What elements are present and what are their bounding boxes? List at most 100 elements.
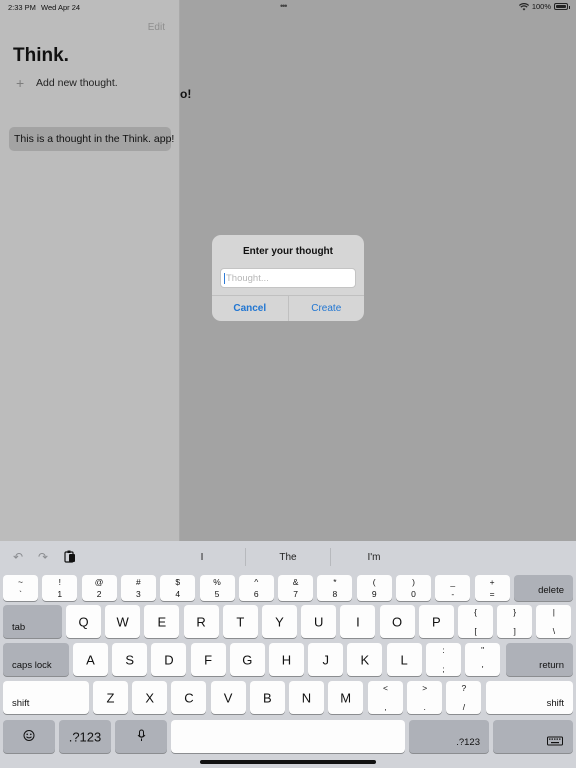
key-n[interactable]: N — [289, 681, 324, 714]
numbers-key-right[interactable]: .?123 — [409, 720, 489, 753]
suggestion-2[interactable]: The — [248, 552, 328, 563]
emoji-key[interactable] — [3, 720, 55, 753]
key-x[interactable]: X — [132, 681, 168, 714]
key-label: shift — [546, 698, 564, 709]
key-d[interactable]: D — [151, 643, 187, 676]
key-c[interactable]: C — [171, 681, 207, 714]
key-i[interactable]: I — [340, 605, 376, 638]
dialog-buttons: Cancel Create — [212, 295, 364, 321]
key-w[interactable]: W — [105, 605, 141, 638]
enter-thought-dialog: Enter your thought Cancel Create — [212, 235, 364, 321]
multitasking-dots-icon[interactable]: ••• — [280, 1, 288, 11]
key-h[interactable]: H — [269, 643, 304, 676]
key-bottom-label: 2 — [96, 589, 102, 599]
page-title: Think. — [13, 45, 69, 66]
list-item[interactable]: This is a thought in the Think. app! — [9, 127, 174, 151]
edit-button[interactable]: Edit — [148, 22, 165, 33]
key-o[interactable]: O — [379, 605, 415, 638]
key-v[interactable]: V — [210, 681, 246, 714]
key-bottom-label: 1 — [57, 589, 63, 599]
key-punct[interactable]: ? / — [446, 681, 482, 714]
key-top-label: # — [136, 577, 141, 587]
key-label: .?123 — [68, 729, 102, 744]
key-q[interactable]: Q — [66, 605, 101, 638]
key-bottom-label: ' — [481, 664, 484, 674]
key-2[interactable]: @2 — [81, 575, 117, 601]
sidebar: Edit Think. + Add new thought. This is a… — [0, 0, 180, 541]
key-7[interactable]: & 7 — [278, 575, 314, 601]
numbers-key-left[interactable]: .?123 — [59, 720, 111, 753]
key-punct[interactable]: >. — [407, 681, 443, 714]
key-9[interactable]: (9 — [356, 575, 392, 601]
keyboard-hide-icon — [493, 729, 573, 745]
key-punct[interactable]: {[ — [458, 605, 493, 638]
cancel-button[interactable]: Cancel — [212, 296, 288, 321]
key-5[interactable]: % 5 — [199, 575, 235, 601]
key-k[interactable]: K — [347, 643, 383, 676]
delete-key[interactable]: delete — [514, 575, 573, 601]
key-punct[interactable]: <, — [368, 681, 403, 714]
key-a[interactable]: A — [73, 643, 108, 676]
key-label: caps lock — [12, 660, 52, 671]
key-top-label: } — [513, 607, 517, 617]
key-s[interactable]: S — [112, 643, 148, 676]
shift-left-key[interactable]: shift — [3, 681, 89, 714]
key-label: I — [356, 614, 360, 629]
key-u[interactable]: U — [301, 605, 337, 638]
suggestion-3[interactable]: I'm — [334, 552, 414, 563]
key--[interactable]: _ - — [435, 575, 471, 601]
key-t[interactable]: T — [222, 605, 258, 638]
key-g[interactable]: G — [229, 643, 265, 676]
key-punct[interactable]: | \ — [536, 605, 572, 638]
key-4[interactable]: $4 — [160, 575, 196, 601]
microphone-icon — [115, 729, 167, 744]
add-thought-button[interactable]: + Add new thought. — [16, 76, 118, 90]
shift-right-key[interactable]: shift — [486, 681, 573, 714]
key-f[interactable]: F — [190, 643, 226, 676]
key-y[interactable]: Y — [262, 605, 297, 638]
key-l[interactable]: L — [386, 643, 422, 676]
key-p[interactable]: P — [418, 605, 454, 638]
key-bottom-label: . — [423, 702, 426, 712]
caps-lock-key[interactable]: caps lock — [3, 643, 69, 676]
key-top-label: $ — [175, 577, 181, 587]
redo-icon[interactable]: ↷ — [38, 550, 48, 564]
key-8[interactable]: * 8 — [317, 575, 353, 601]
key-r[interactable]: R — [183, 605, 219, 638]
status-right: 100% — [518, 2, 570, 11]
create-button[interactable]: Create — [287, 296, 365, 321]
status-time: 2:33 PM — [8, 3, 36, 12]
key-punct[interactable]: " ' — [465, 643, 501, 676]
thought-input[interactable] — [220, 268, 356, 288]
key-m[interactable]: M — [328, 681, 364, 714]
key-label: W — [116, 614, 129, 629]
key-punct[interactable]: }] — [497, 605, 533, 638]
paste-icon[interactable] — [64, 550, 76, 566]
dictation-key[interactable] — [115, 720, 167, 753]
key-label: G — [242, 652, 253, 667]
return-key[interactable]: return — [506, 643, 573, 676]
key-top-label: | — [552, 607, 555, 617]
key-j[interactable]: J — [308, 643, 344, 676]
hide-keyboard-key[interactable] — [493, 720, 573, 753]
space-key[interactable] — [171, 720, 405, 753]
tab-key[interactable]: tab — [3, 605, 62, 638]
key-bottom-label: ` — [19, 589, 22, 599]
key-e[interactable]: E — [144, 605, 180, 638]
key-6[interactable]: ^ 6 — [238, 575, 274, 601]
key-1[interactable]: ! 1 — [42, 575, 78, 601]
key-=[interactable]: + = — [474, 575, 510, 601]
key-z[interactable]: Z — [93, 681, 128, 714]
key-top-label: ^ — [254, 577, 259, 587]
key-b[interactable]: B — [249, 681, 285, 714]
key-punct[interactable]: :; — [426, 643, 461, 676]
suggestion-1[interactable]: I — [162, 552, 242, 563]
key-label: M — [340, 690, 352, 705]
undo-icon[interactable]: ↶ — [13, 550, 23, 564]
wifi-icon — [518, 2, 529, 10]
key-bottom-label: ; — [442, 664, 445, 674]
key-`[interactable]: ~ ` — [3, 575, 38, 601]
key-3[interactable]: #3 — [120, 575, 156, 601]
key-0[interactable]: ) 0 — [396, 575, 431, 601]
key-label: E — [157, 614, 167, 629]
